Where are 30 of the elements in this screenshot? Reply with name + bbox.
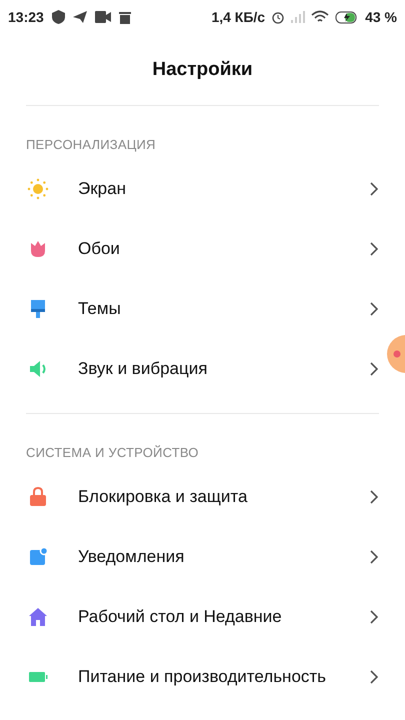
chevron-icon [369,182,379,196]
chevron-icon [369,610,379,624]
chevron-icon [369,490,379,504]
section-header: СИСТЕМА И УСТРОЙСТВО [26,445,200,462]
settings-item[interactable]: Уведомления [0,527,385,587]
network-speed: 1,4 КБ/с [211,9,266,25]
trash-icon [118,10,131,24]
settings-item[interactable]: Рабочий стол и Недавние [0,587,385,647]
chevron-icon [369,670,379,684]
paper-plane-icon [72,11,87,23]
settings-item[interactable]: Звук и вибрация [0,339,385,399]
settings-item[interactable]: Обои [0,219,385,279]
page-title: Настройки [152,58,253,80]
wifi-icon [311,10,330,24]
section-header: ПЕРСОНАЛИЗАЦИЯ [26,137,157,154]
chevron-icon [369,362,379,376]
signal-icon [291,11,306,23]
settings-item[interactable]: Темы [0,279,385,339]
clock: 13:23 [8,9,44,25]
chevron-icon [369,242,379,256]
battery-charging-icon [335,10,360,24]
video-camera-icon [94,11,111,23]
battery-level: 43 % [365,9,397,25]
alarm-clock-icon [271,10,286,24]
settings-item[interactable]: Питание и производительность [0,647,385,707]
settings-item[interactable]: Блокировка и защита [0,467,385,527]
settings-item[interactable]: Экран [0,159,385,219]
chevron-icon [369,550,379,564]
chevron-icon [369,302,379,316]
shield-icon [52,10,65,24]
